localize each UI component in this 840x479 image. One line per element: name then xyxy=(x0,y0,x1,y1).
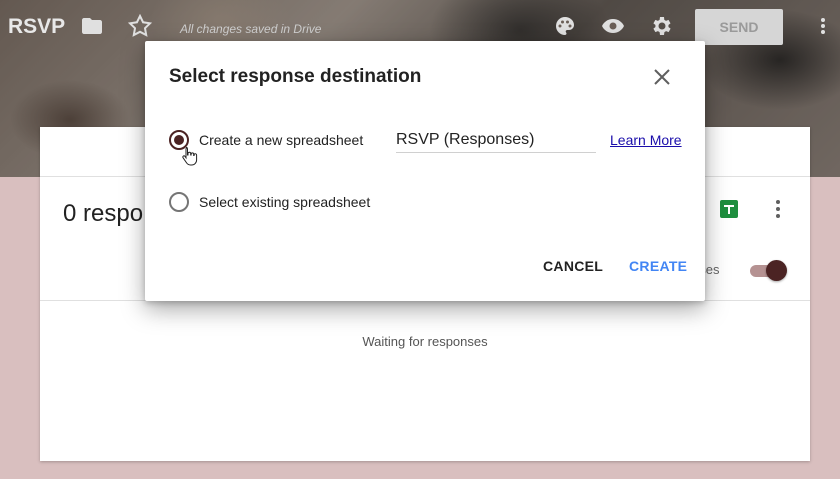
folder-icon[interactable] xyxy=(80,14,104,38)
card-more-icon[interactable] xyxy=(776,199,780,219)
radio-existing-spreadsheet[interactable] xyxy=(169,192,189,212)
toggle-thumb xyxy=(766,260,787,281)
star-icon[interactable] xyxy=(128,14,152,38)
option-new-spreadsheet-label[interactable]: Create a new spreadsheet xyxy=(199,132,363,148)
save-status: All changes saved in Drive xyxy=(180,22,322,36)
gear-icon[interactable] xyxy=(649,14,673,38)
waiting-message: Waiting for responses xyxy=(362,334,488,349)
form-title[interactable]: RSVP xyxy=(8,15,65,39)
palette-icon[interactable] xyxy=(553,14,577,38)
create-button[interactable]: CREATE xyxy=(629,258,687,274)
dialog-title: Select response destination xyxy=(169,66,422,87)
more-vert-icon[interactable] xyxy=(813,14,833,38)
option-existing-spreadsheet-label[interactable]: Select existing spreadsheet xyxy=(199,194,370,210)
spreadsheet-icon[interactable] xyxy=(720,200,738,218)
learn-more-link[interactable]: Learn More xyxy=(610,132,682,148)
cancel-button[interactable]: CANCEL xyxy=(543,258,603,274)
eye-icon[interactable] xyxy=(601,14,625,38)
accepting-responses-toggle[interactable] xyxy=(748,259,787,281)
send-button[interactable]: SEND xyxy=(695,9,783,45)
response-count: 0 respo xyxy=(63,200,144,227)
close-icon[interactable] xyxy=(651,66,673,88)
hand-cursor-icon xyxy=(182,147,198,166)
response-destination-dialog: Select response destination Create a new… xyxy=(145,41,705,301)
spreadsheet-name-input[interactable] xyxy=(396,127,596,153)
